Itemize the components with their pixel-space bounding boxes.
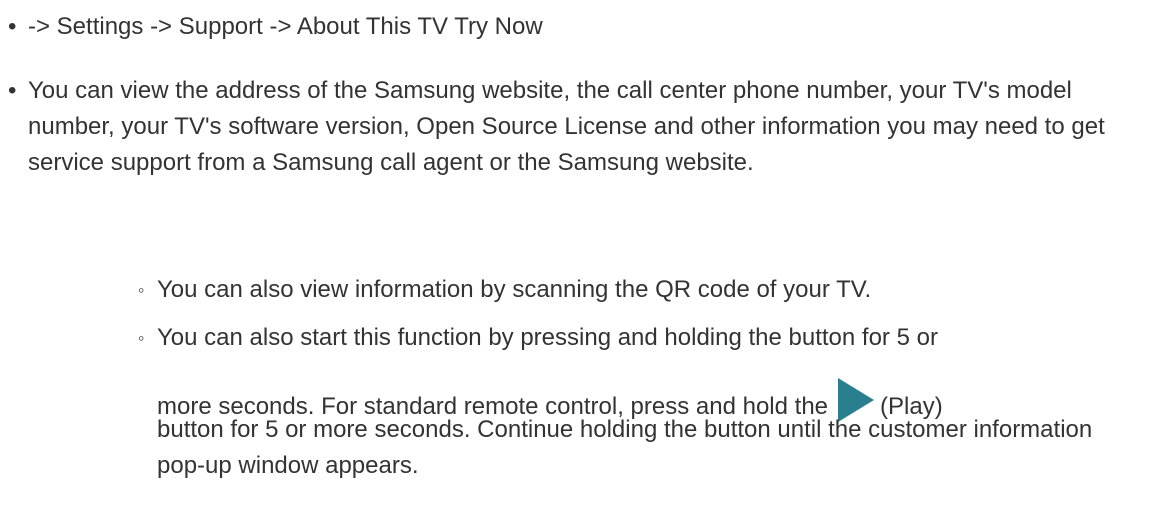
note-qr-text: You can also view information by scannin… (157, 276, 872, 303)
settings-path-text: -> Settings -> Support -> About This TV … (28, 13, 543, 40)
sub-bullet: ◦ (138, 280, 145, 300)
note-play-line1: You can also start this function by pres… (157, 324, 938, 351)
bullet-dot: • (8, 13, 17, 40)
note-item-play-button: ◦ You can also start this function by pr… (135, 320, 1145, 484)
note-item-qr: ◦ You can also view information by scann… (135, 272, 1145, 308)
description-text: You can view the address of the Samsung … (28, 77, 1105, 176)
sub-bullet: ◦ (138, 328, 145, 348)
bullet-item-description: • You can view the address of the Samsun… (0, 73, 1163, 181)
bullet-item-settings-path: • -> Settings -> Support -> About This T… (0, 9, 1163, 45)
support-info-document: • -> Settings -> Support -> About This T… (0, 0, 1163, 530)
bullet-dot: • (8, 77, 17, 104)
note-play-line2: more seconds. For standard remote contro… (157, 376, 1145, 422)
note-play-rest: button for 5 or more seconds. Continue h… (157, 416, 1093, 479)
notes-list: ◦ You can also view information by scann… (135, 272, 1145, 484)
